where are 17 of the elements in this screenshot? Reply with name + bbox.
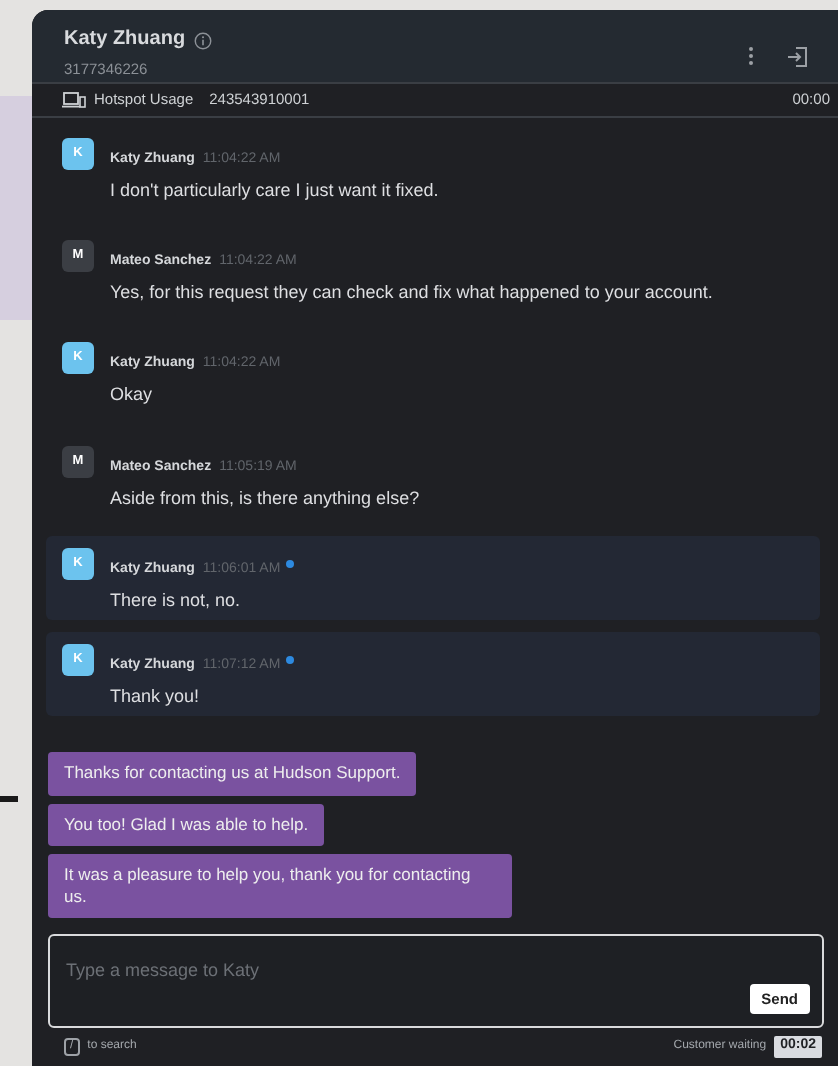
- unread-dot: [286, 655, 295, 664]
- message-text: Thank you!: [110, 686, 202, 709]
- devices-icon: [62, 91, 86, 108]
- message-text: There is not, no.: [110, 589, 243, 613]
- message-text: I don't particularly care I just want it fixed.: [110, 179, 439, 203]
- exit-icon[interactable]: [786, 45, 808, 67]
- quick-reply[interactable]: It was a pleasure to help you, thank you for contacting us.: [48, 853, 512, 918]
- message-text: Yes, for this request they can check and fix what happened to your account.: [110, 282, 713, 305]
- message-text: Aside from this, is there anything else?: [110, 487, 420, 510]
- more-icon[interactable]: [748, 46, 754, 66]
- unread-dot: [286, 559, 295, 568]
- quick-reply[interactable]: You too! Glad I was able to help.: [48, 803, 325, 846]
- contact-name: Katy Zhuang: [64, 28, 186, 53]
- info-icon[interactable]: [193, 31, 212, 50]
- dash-mark: [0, 796, 18, 802]
- quick-reply[interactable]: Thanks for contacting us at Hudson Support.: [48, 752, 417, 796]
- message-text: Okay: [110, 384, 155, 408]
